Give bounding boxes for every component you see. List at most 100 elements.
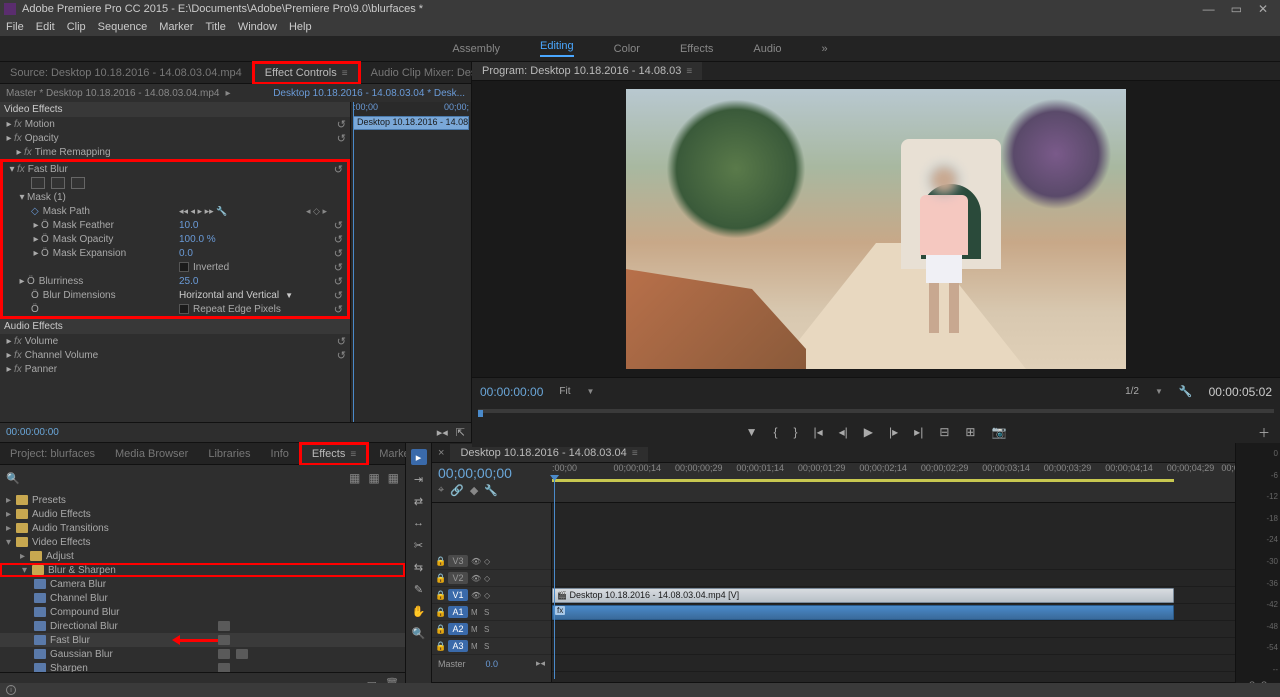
ws-effects[interactable]: Effects xyxy=(680,43,713,55)
blurriness-value[interactable]: 25.0 xyxy=(179,276,198,287)
ellipse-mask-icon[interactable] xyxy=(31,177,45,189)
track-master[interactable]: Master xyxy=(438,659,466,669)
tab-menu-icon[interactable]: ≡ xyxy=(342,68,348,79)
tree-camera-blur[interactable]: Camera Blur xyxy=(50,579,106,590)
go-to-in-icon[interactable]: |◂ xyxy=(814,425,823,439)
track-a3[interactable]: A3 xyxy=(448,640,468,652)
lock-icon[interactable]: 🔒 xyxy=(435,624,445,635)
mask-opacity-value[interactable]: 100.0 % xyxy=(179,234,216,245)
reset-icon[interactable]: ↺ xyxy=(334,303,343,316)
menu-help[interactable]: Help xyxy=(289,21,312,33)
program-tc-left[interactable]: 00:00:00:00 xyxy=(480,385,543,399)
tab-media-browser[interactable]: Media Browser xyxy=(105,445,198,463)
extract-icon[interactable]: ⊞ xyxy=(965,425,975,439)
track-a1[interactable]: A1 xyxy=(448,606,468,618)
ec-channel-volume[interactable]: Channel Volume xyxy=(25,350,98,361)
filter-yuv-icon[interactable]: ▦ xyxy=(388,471,399,485)
ec-panner[interactable]: Panner xyxy=(25,364,57,375)
timeline-ruler-area[interactable]: :00;00 00;00;00;14 00;00;00;29 00;00;01;… xyxy=(552,463,1235,502)
tree-directional-blur[interactable]: Directional Blur xyxy=(50,621,118,632)
tree-channel-blur[interactable]: Channel Blur xyxy=(50,593,108,604)
eye-icon[interactable]: 👁 xyxy=(471,557,481,566)
ws-assembly[interactable]: Assembly xyxy=(452,43,500,55)
menubar[interactable]: File Edit Clip Sequence Marker Title Win… xyxy=(0,18,1280,36)
toggle-icon[interactable]: ▸ xyxy=(4,133,14,144)
tree-audio-transitions[interactable]: Audio Transitions xyxy=(32,523,109,534)
ec-blurriness[interactable]: Blurriness xyxy=(39,276,83,287)
selection-tool-icon[interactable]: ▸ xyxy=(411,449,427,465)
reset-icon[interactable]: ↺ xyxy=(334,233,343,246)
ec-mask-expansion[interactable]: Mask Expansion xyxy=(53,248,126,259)
master-value[interactable]: 0.0 xyxy=(486,659,499,669)
lock-icon[interactable]: 🔒 xyxy=(435,590,445,601)
tree-adjust[interactable]: Adjust xyxy=(46,551,74,562)
zoom-dropdown-icon[interactable]: ▼ xyxy=(1155,387,1163,396)
pen-mask-icon[interactable] xyxy=(71,177,85,189)
ec-fast-blur[interactable]: Fast Blur xyxy=(28,164,68,175)
add-marker-icon[interactable]: ▼ xyxy=(746,425,758,439)
timeline-playhead[interactable] xyxy=(554,479,555,679)
ec-playhead[interactable] xyxy=(353,102,354,422)
export-frame-icon[interactable]: 📷 xyxy=(991,425,1006,439)
ws-audio[interactable]: Audio xyxy=(753,43,781,55)
play-icon[interactable]: ▶ xyxy=(864,425,873,439)
toggle-icon[interactable]: ▾ xyxy=(7,164,17,175)
zoom-tool-icon[interactable]: 🔍 xyxy=(411,625,427,641)
ec-volume[interactable]: Volume xyxy=(25,336,58,347)
ec-mask-feather[interactable]: Mask Feather xyxy=(53,220,114,231)
effects-tree[interactable]: ▸Presets ▸Audio Effects ▸Audio Transitio… xyxy=(0,491,405,672)
fit-dropdown-icon[interactable]: ▼ xyxy=(587,387,595,396)
tab-source[interactable]: Source: Desktop 10.18.2016 - 14.08.03.04… xyxy=(0,64,252,82)
work-area-bar[interactable] xyxy=(552,479,1174,482)
solo-icon[interactable]: S xyxy=(484,608,494,617)
menu-title[interactable]: Title xyxy=(205,21,225,33)
ec-clip-chip[interactable]: Desktop 10.18.2016 - 14.08.0 xyxy=(353,116,469,130)
blur-dimensions-dropdown[interactable]: Horizontal and Vertical▼ xyxy=(179,290,293,301)
track-v1[interactable]: V1 xyxy=(448,589,468,601)
ec-mask-path[interactable]: Mask Path xyxy=(43,206,90,217)
lock-icon[interactable]: 🔒 xyxy=(435,573,445,584)
reset-icon[interactable]: ↺ xyxy=(337,349,346,362)
lock-icon[interactable]: 🔒 xyxy=(435,607,445,618)
tab-info[interactable]: Info xyxy=(261,445,299,463)
track-select-tool-icon[interactable]: ⇥ xyxy=(411,471,427,487)
menu-window[interactable]: Window xyxy=(238,21,277,33)
solo-icon[interactable]: S xyxy=(484,625,494,634)
mute-icon[interactable]: M xyxy=(471,608,481,617)
mark-out-icon[interactable]: } xyxy=(794,425,798,439)
mask-feather-value[interactable]: 10.0 xyxy=(179,220,198,231)
track-a2[interactable]: A2 xyxy=(448,623,468,635)
menu-marker[interactable]: Marker xyxy=(159,21,193,33)
ec-timecode[interactable]: 00:00:00:00 xyxy=(6,427,59,438)
maximize-button[interactable]: ▭ xyxy=(1231,2,1242,16)
go-to-out-icon[interactable]: ▸| xyxy=(914,425,923,439)
track-v3[interactable]: V3 xyxy=(448,555,468,567)
mark-in-icon[interactable]: { xyxy=(773,425,777,439)
track-v2[interactable]: V2 xyxy=(448,572,468,584)
timeline-timecode[interactable]: 00;00;00;00 xyxy=(438,465,546,481)
solo-icon[interactable]: S xyxy=(484,642,494,651)
ec-mask-opacity[interactable]: Mask Opacity xyxy=(53,234,114,245)
reset-icon[interactable]: ↺ xyxy=(334,275,343,288)
repeat-edge-checkbox[interactable] xyxy=(179,304,189,314)
reset-icon[interactable]: ↺ xyxy=(334,261,343,274)
reset-icon[interactable]: ↺ xyxy=(337,132,346,145)
minimize-button[interactable]: — xyxy=(1203,2,1215,16)
ec-mask[interactable]: Mask (1) xyxy=(27,192,66,203)
program-scrubber[interactable] xyxy=(472,405,1280,417)
tree-gaussian-blur[interactable]: Gaussian Blur xyxy=(50,649,113,660)
program-fit[interactable]: Fit xyxy=(559,386,570,397)
toggle-icon[interactable]: ▸ xyxy=(4,119,14,130)
reset-icon[interactable]: ↺ xyxy=(337,335,346,348)
reset-icon[interactable]: ↺ xyxy=(337,118,346,131)
reset-icon[interactable]: ↺ xyxy=(334,247,343,260)
eye-icon[interactable]: 👁 xyxy=(471,574,481,583)
tab-libraries[interactable]: Libraries xyxy=(198,445,260,463)
audio-clip[interactable]: fx xyxy=(552,605,1174,620)
ws-editing[interactable]: Editing xyxy=(540,40,574,57)
ws-color[interactable]: Color xyxy=(614,43,640,55)
tree-presets[interactable]: Presets xyxy=(32,495,66,506)
tab-effect-controls[interactable]: Effect Controls ≡ xyxy=(252,61,361,85)
razor-tool-icon[interactable]: ✂ xyxy=(411,537,427,553)
eye-icon[interactable]: 👁 xyxy=(471,591,481,600)
